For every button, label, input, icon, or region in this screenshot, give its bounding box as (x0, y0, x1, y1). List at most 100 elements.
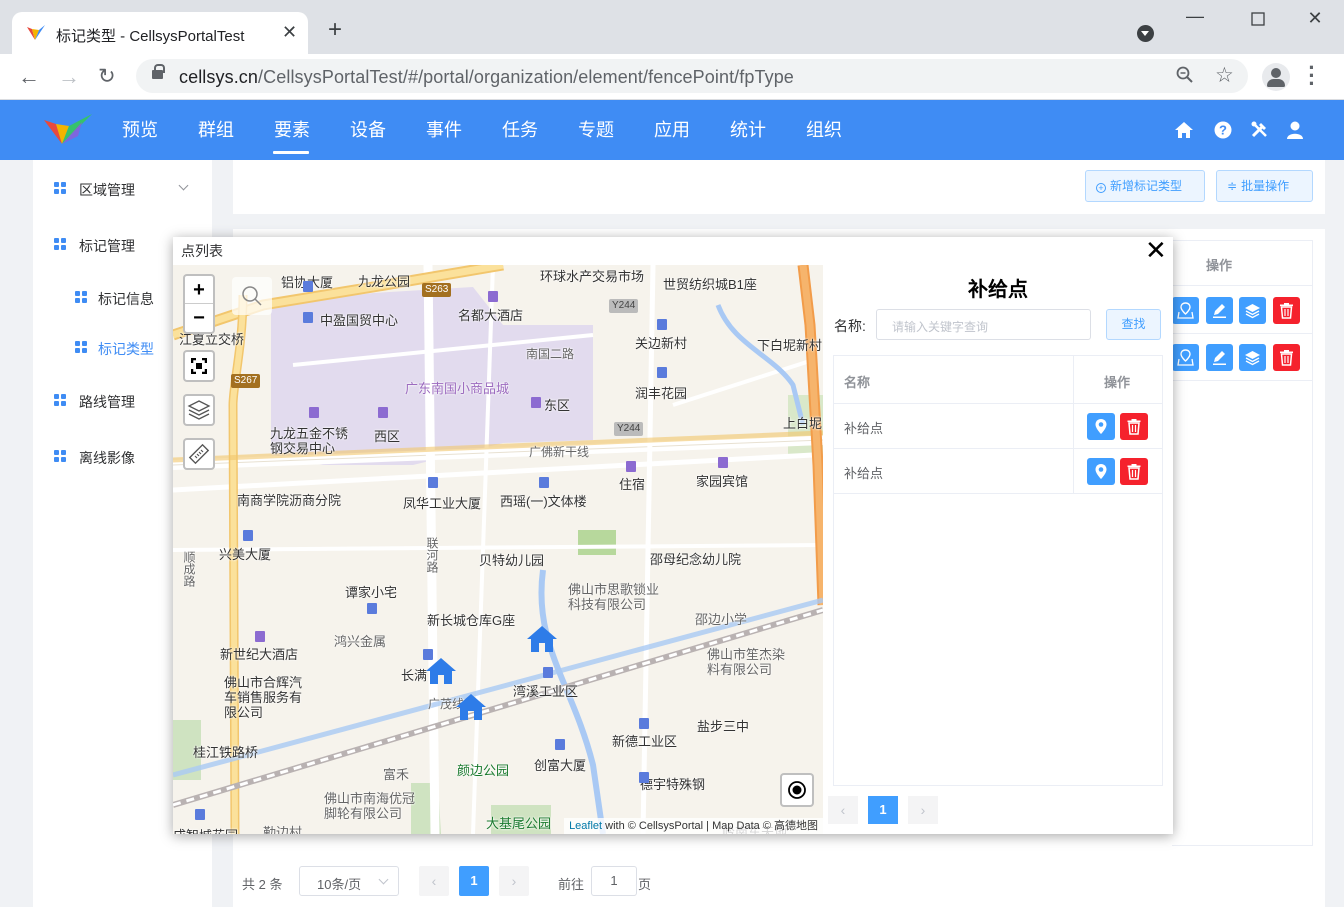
map-label: 佛山市笙杰染料有限公司 (707, 647, 786, 677)
total-count: 共 2 条 (242, 877, 283, 892)
next-page-icon[interactable]: › (499, 866, 529, 896)
map-label: 中盈国贸中心 (320, 313, 399, 328)
address-bar[interactable]: cellsys.cn/CellsysPortalTest/#/portal/or… (136, 59, 1248, 93)
back-icon[interactable]: ← (18, 64, 40, 90)
zoom-out-button[interactable]: − (185, 304, 213, 332)
delete-point-button[interactable] (1120, 458, 1148, 485)
nav-item[interactable]: 统计 (710, 100, 786, 160)
home-icon[interactable] (1174, 120, 1194, 140)
nav-item[interactable]: 组织 (786, 100, 862, 160)
edit-button[interactable] (1206, 344, 1233, 371)
map-label: 广佛新干线 (529, 445, 590, 459)
main-nav: 预览 群组 要素 设备 事件 任务 专题 应用 统计 组织 (102, 100, 862, 160)
prev-page-icon[interactable]: ‹ (419, 866, 449, 896)
delete-point-button[interactable] (1120, 413, 1148, 440)
map-label: 邵母纪念幼儿院 (650, 552, 742, 567)
panel-prev-page-icon[interactable]: ‹ (828, 796, 858, 824)
building-poi-icon (657, 319, 667, 330)
layers-button[interactable] (1239, 344, 1266, 371)
search-button[interactable]: 查找 (1106, 309, 1161, 340)
ruler-icon (188, 443, 210, 465)
building-poi-icon (428, 477, 438, 488)
reload-icon[interactable]: ↻ (98, 64, 116, 89)
map-label: 谭家小宅 (345, 585, 398, 600)
map-search-button[interactable] (232, 277, 272, 315)
supply-point-marker-icon[interactable] (455, 693, 487, 721)
grid-icon (75, 291, 87, 303)
maximize-icon[interactable] (1243, 8, 1273, 32)
fullscreen-button[interactable] (183, 350, 215, 382)
panel-next-page-icon[interactable]: › (908, 796, 938, 824)
map-label: 西瑶(一)文体楼 (500, 494, 587, 509)
hotel-poi-icon (718, 457, 728, 468)
sidebar-item-label: 标记信息 (98, 291, 154, 307)
layers-button[interactable] (1239, 297, 1266, 324)
edit-icon (1213, 351, 1226, 365)
leaflet-link[interactable]: Leaflet (569, 820, 602, 832)
table-row[interactable]: 补给点 (834, 404, 1162, 449)
zoom-in-button[interactable]: + (185, 276, 213, 304)
browser-menu-icon[interactable]: · · · (1308, 57, 1316, 95)
page-number[interactable]: 1 (459, 866, 489, 896)
layers-control-button[interactable] (183, 394, 215, 426)
map-label: 兴美大厦 (219, 547, 272, 562)
building-poi-icon (657, 367, 667, 378)
building-poi-icon (303, 312, 313, 323)
browser-tab[interactable]: 标记类型 - CellsysPortalTest ✕ (12, 12, 308, 54)
point-table: 名称 操作 补给点 补给点 (833, 355, 1163, 786)
nav-item[interactable]: 任务 (482, 100, 558, 160)
locate-button[interactable] (780, 773, 814, 807)
nav-item[interactable]: 要素 (254, 100, 330, 160)
delete-button[interactable] (1273, 344, 1300, 371)
user-icon[interactable] (1285, 120, 1305, 140)
nav-item[interactable]: 预览 (102, 100, 178, 160)
sidebar-item-region[interactable]: 区域管理 (33, 168, 212, 208)
url-text: cellsys.cn/CellsysPortalTest/#/portal/or… (179, 67, 794, 87)
browser-toolbar: ← → ↻ cellsys.cn/CellsysPortalTest/#/por… (0, 54, 1344, 100)
edit-button[interactable] (1206, 297, 1233, 324)
map-view[interactable]: 环球水产交易市场世贸纺织城B1座铝协大厦九龙公园中盈国贸中心名都大酒店关边新村下… (173, 265, 823, 834)
map-label: 住宿 (619, 477, 646, 492)
shop-poi-icon (378, 407, 388, 418)
measure-tool-button[interactable] (183, 438, 215, 470)
shop-poi-icon (531, 397, 541, 408)
nav-item[interactable]: 事件 (406, 100, 482, 160)
goto-page-input[interactable]: 1 (591, 866, 637, 896)
nav-item[interactable]: 设备 (330, 100, 406, 160)
zoom-icon[interactable] (1176, 66, 1194, 89)
table-row[interactable]: 补给点 (834, 449, 1162, 494)
locate-point-button[interactable] (1087, 458, 1115, 485)
supply-point-marker-icon[interactable] (425, 657, 457, 685)
tab-search-icon[interactable] (1137, 25, 1154, 42)
map-fence-button[interactable] (1172, 344, 1199, 371)
add-marker-type-label: 新增标记类型 (1110, 179, 1183, 193)
nav-item[interactable]: 专题 (558, 100, 634, 160)
close-icon[interactable]: ✕ (1145, 237, 1167, 263)
batch-operation-button[interactable]: ≑ 批量操作 (1216, 170, 1313, 202)
minimize-icon[interactable]: — (1180, 6, 1210, 30)
nav-item[interactable]: 应用 (634, 100, 710, 160)
profile-avatar-icon[interactable] (1262, 63, 1290, 91)
page-size-value: 10条/页 (317, 877, 362, 892)
help-icon[interactable]: ? (1213, 120, 1233, 140)
nav-item[interactable]: 群组 (178, 100, 254, 160)
keyword-search-input[interactable]: 请输入关键字查询 (876, 309, 1091, 340)
supply-point-marker-icon[interactable] (526, 625, 558, 653)
tab-close-icon[interactable]: ✕ (282, 22, 297, 43)
new-tab-icon[interactable]: + (328, 18, 342, 42)
tools-icon[interactable] (1250, 120, 1270, 140)
bookmark-star-icon[interactable]: ☆ (1215, 63, 1234, 88)
building-poi-icon (639, 772, 649, 783)
locate-point-button[interactable] (1087, 413, 1115, 440)
map-label: 佛山市南海优冠脚轮有限公司 (324, 791, 416, 821)
add-marker-type-button[interactable]: + 新增标记类型 (1085, 170, 1205, 202)
layers-icon (1245, 304, 1260, 319)
delete-button[interactable] (1273, 297, 1300, 324)
forward-icon[interactable]: → (58, 64, 80, 90)
page-size-select[interactable]: 10条/页 (299, 866, 399, 896)
point-list-dialog: 点列表 ✕ 环球水产交易市场 世贸纺织城B1座 九龙公园 中盈国贸中心 名都大酒… (173, 237, 1173, 834)
window-close-icon[interactable]: ✕ (1300, 8, 1330, 32)
panel-page-number[interactable]: 1 (868, 796, 898, 824)
map-fence-button[interactable] (1172, 297, 1199, 324)
goto-prefix: 前往 (558, 877, 585, 892)
